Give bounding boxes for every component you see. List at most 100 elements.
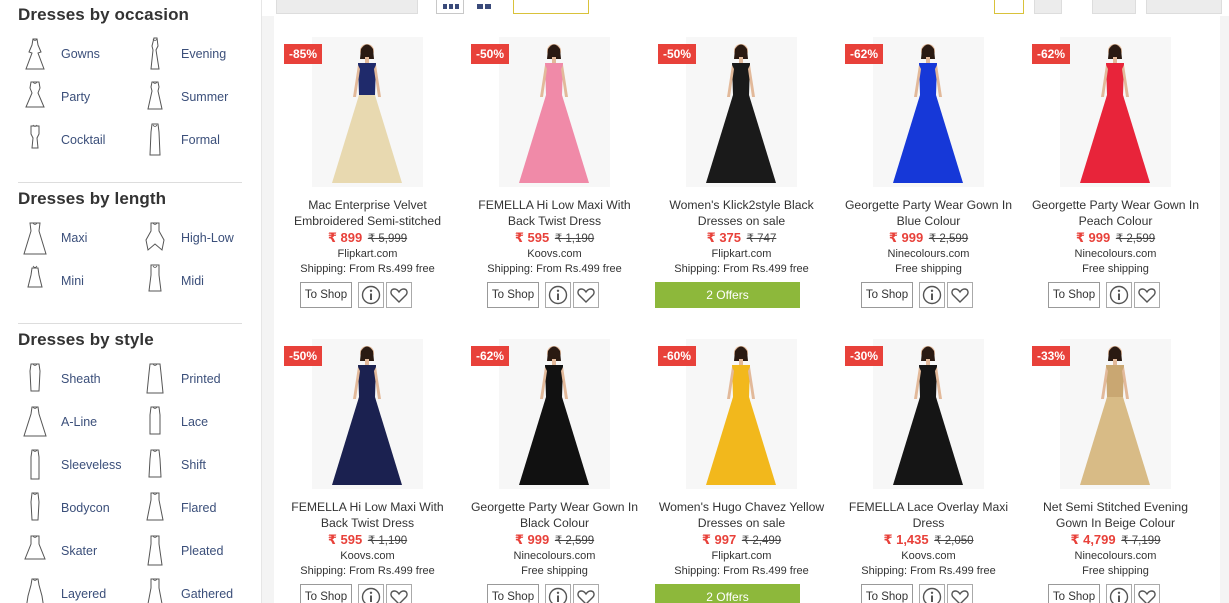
to-shop-button[interactable]: To Shop [861,282,913,308]
formal-dress-icon [149,123,161,156]
filter-sleeveless[interactable]: Sleeveless [22,447,121,483]
filter-lace[interactable]: Lace [142,404,208,440]
wishlist-button[interactable] [386,584,412,603]
filter-label: Maxi [61,231,88,245]
product-image[interactable] [873,339,984,489]
product-image[interactable] [499,37,610,187]
filter-flared[interactable]: Flared [142,490,216,526]
product-card[interactable]: -60% Women's Hugo Chavez Yellow Dresses o… [648,318,835,603]
product-title[interactable]: FEMELLA Hi Low Maxi With Back Twist Dres… [278,499,457,531]
product-image[interactable] [499,339,610,489]
product-card[interactable]: -50% FEMELLA Hi Low Maxi With Back Twist … [461,16,648,308]
product-image[interactable] [312,339,423,489]
product-image[interactable] [686,37,797,187]
filter-bodycon[interactable]: Bodycon [22,490,110,526]
wishlist-button[interactable] [947,282,973,308]
info-button[interactable] [545,584,571,603]
product-image[interactable] [686,339,797,489]
heart-icon [1138,288,1156,303]
current-price: ₹ 999 [514,532,550,547]
filter-party[interactable]: Party [22,79,90,115]
filter-mini[interactable]: Mini [22,263,84,299]
product-title[interactable]: FEMELLA Lace Overlay Maxi Dress [839,499,1018,531]
filter-sheath[interactable]: Sheath [22,361,101,397]
price-row: ₹ 997 ₹ 2,499 [648,532,835,548]
product-card[interactable]: -50% Women's Klick2style Black Dresses on… [648,16,835,308]
filter-toggle-button[interactable] [513,0,589,14]
product-card[interactable]: -85% Mac Enterprise Velvet Embroidered Se… [274,16,461,308]
store-name: Ninecolours.com [887,248,970,260]
pagination-button[interactable] [1034,0,1062,14]
to-shop-button[interactable]: To Shop [1048,282,1100,308]
product-title[interactable]: Georgette Party Wear Gown In Black Colou… [465,499,644,531]
filter-formal[interactable]: Formal [142,122,220,158]
product-card[interactable]: -30% FEMELLA Lace Overlay Maxi Dress ₹ 1,4… [835,318,1022,603]
wishlist-button[interactable] [573,282,599,308]
filter-high-low[interactable]: High-Low [142,220,234,256]
to-shop-button[interactable]: To Shop [1048,584,1100,603]
filter-skater[interactable]: Skater [22,533,97,569]
filter-shift[interactable]: Shift [142,447,206,483]
wishlist-button[interactable] [386,282,412,308]
product-image[interactable] [312,37,423,187]
info-button[interactable] [358,584,384,603]
wishlist-button[interactable] [1134,282,1160,308]
filter-pleated[interactable]: Pleated [142,533,223,569]
product-image[interactable] [1060,339,1171,489]
grid-view-small-button[interactable] [472,0,496,14]
discount-badge: -62% [1032,44,1071,64]
flared-dress-icon [146,492,164,521]
filter-gathered[interactable]: Gathered [142,576,233,603]
pagination-button[interactable] [1092,0,1136,14]
offers-button[interactable]: 2 Offers [655,584,800,603]
info-button[interactable] [919,282,945,308]
product-image[interactable] [1060,37,1171,187]
product-actions: To Shop [1022,282,1209,308]
info-button[interactable] [919,584,945,603]
pagination-button[interactable] [1146,0,1222,14]
product-title[interactable]: Georgette Party Wear Gown In Peach Colou… [1026,197,1205,229]
to-shop-button[interactable]: To Shop [300,584,352,603]
filter-printed[interactable]: Printed [142,361,221,397]
grid-view-large-button[interactable] [436,0,464,14]
filter-midi[interactable]: Midi [142,263,204,299]
info-button[interactable] [358,282,384,308]
filter-cocktail[interactable]: Cocktail [22,122,105,158]
info-button[interactable] [1106,282,1132,308]
price-row: ₹ 999 ₹ 2,599 [461,532,648,548]
product-card[interactable]: -62% Georgette Party Wear Gown In Peach C… [1022,16,1209,308]
filter-label: Pleated [181,544,224,558]
product-title[interactable]: FEMELLA Hi Low Maxi With Back Twist Dres… [465,197,644,229]
filter-layered[interactable]: Layered [22,576,106,603]
wishlist-button[interactable] [1134,584,1160,603]
wishlist-button[interactable] [947,584,973,603]
info-button[interactable] [1106,584,1132,603]
sort-dropdown[interactable] [276,0,418,14]
to-shop-button[interactable]: To Shop [487,282,539,308]
to-shop-button[interactable]: To Shop [487,584,539,603]
product-card[interactable]: -33% Net Semi Stitched Evening Gown In Be… [1022,318,1209,603]
to-shop-button[interactable]: To Shop [300,282,352,308]
product-title[interactable]: Georgette Party Wear Gown In Blue Colour [839,197,1018,229]
to-shop-button[interactable]: To Shop [861,584,913,603]
filter-maxi[interactable]: Maxi [22,220,87,256]
filter-evening[interactable]: Evening [142,36,226,72]
product-card[interactable]: -62% Georgette Party Wear Gown In Black C… [461,318,648,603]
info-icon [922,285,942,305]
filter-a-line[interactable]: A-Line [22,404,97,440]
offers-button[interactable]: 2 Offers [655,282,800,308]
product-card[interactable]: -50% FEMELLA Hi Low Maxi With Back Twist … [274,318,461,603]
gown-dress-icon [25,38,45,70]
pagination-current[interactable] [994,0,1024,14]
product-title[interactable]: Women's Hugo Chavez Yellow Dresses on sa… [652,499,831,531]
product-title[interactable]: Mac Enterprise Velvet Embroidered Semi-s… [278,197,457,229]
product-title[interactable]: Women's Klick2style Black Dresses on sal… [652,197,831,229]
wishlist-button[interactable] [573,584,599,603]
current-price: ₹ 595 [327,532,363,547]
info-button[interactable] [545,282,571,308]
product-title[interactable]: Net Semi Stitched Evening Gown In Beige … [1026,499,1205,531]
filter-summer[interactable]: Summer [142,79,228,115]
product-image[interactable] [873,37,984,187]
filter-gowns[interactable]: Gowns [22,36,100,72]
product-card[interactable]: -62% Georgette Party Wear Gown In Blue Co… [835,16,1022,308]
